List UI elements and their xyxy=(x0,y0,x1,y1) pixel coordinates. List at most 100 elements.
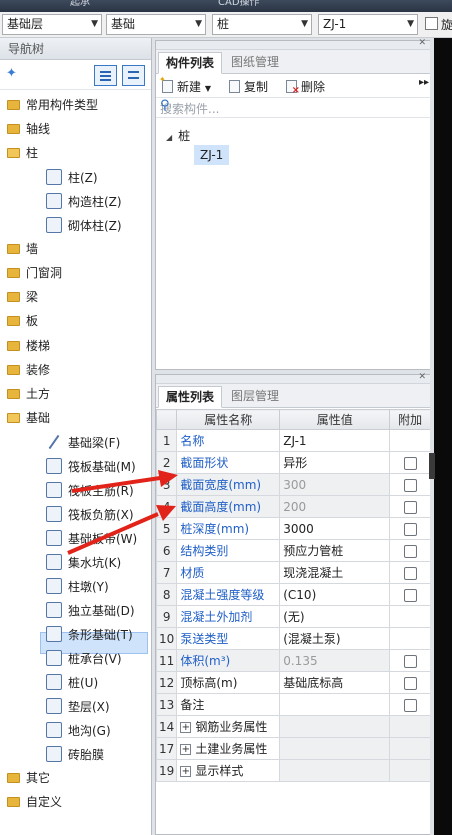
copy-button[interactable]: 复制 xyxy=(229,78,268,95)
nav-item[interactable]: 桩承台(V) xyxy=(46,647,122,669)
nav-item[interactable]: 板 xyxy=(7,310,38,332)
group-row[interactable]: 17 + 土建业务属性 xyxy=(155,737,431,760)
table-row[interactable]: 9 混凝土外加剂 (无) xyxy=(155,605,431,628)
attach-checkbox[interactable] xyxy=(403,522,417,536)
property-value[interactable]: 0.135 xyxy=(279,649,391,672)
table-row[interactable]: 8 混凝土强度等级 (C10) xyxy=(155,583,431,606)
tab-component-list[interactable]: 构件列表 xyxy=(158,52,223,74)
property-value[interactable]: (C10) xyxy=(279,583,391,606)
property-value[interactable]: (无) xyxy=(279,605,391,628)
new-button[interactable]: 新建 ▼ xyxy=(159,75,211,95)
property-value[interactable]: (混凝土泵) xyxy=(279,627,391,650)
nav-item[interactable]: 轴线 xyxy=(7,118,50,140)
nav-item[interactable]: 砌体柱(Z) xyxy=(46,214,122,236)
floor-combo[interactable]: 基础层 ▼ xyxy=(2,14,102,35)
table-row[interactable]: 4 截面高度(mm) 200 xyxy=(155,495,431,518)
attach-checkbox[interactable] xyxy=(403,698,417,712)
nav-item[interactable]: 砖胎膜 xyxy=(46,743,104,765)
tree-root-pile[interactable]: ◢ 桩 xyxy=(166,127,190,144)
nav-item[interactable]: 装修 xyxy=(7,359,50,381)
nav-item[interactable]: 筏板负筋(X) xyxy=(46,503,134,525)
property-value[interactable]: 3000 xyxy=(279,517,391,540)
panel-view-button[interactable] xyxy=(122,65,145,86)
table-row[interactable]: 11 体积(m³) 0.135 xyxy=(155,649,431,672)
close-icon[interactable]: ✕ xyxy=(418,38,426,48)
component-combo[interactable]: ZJ-1 ▼ xyxy=(318,14,418,35)
delete-button[interactable]: 删除 xyxy=(286,78,325,96)
property-value[interactable]: ZJ-1 xyxy=(279,429,391,452)
table-row[interactable]: 13 备注 xyxy=(155,693,431,716)
panel-grip[interactable]: ✕ xyxy=(156,38,430,50)
search-icon[interactable]: ⚲ xyxy=(160,98,426,113)
property-value[interactable]: 异形 xyxy=(279,451,391,474)
expand-plus-icon[interactable]: + xyxy=(180,744,192,755)
attach-checkbox[interactable] xyxy=(403,456,417,470)
nav-item[interactable]: 独立基础(D) xyxy=(46,599,135,621)
property-value[interactable]: 预应力管桩 xyxy=(279,539,391,562)
tab-property-list[interactable]: 属性列表 xyxy=(158,386,223,408)
nav-item[interactable]: 基础 xyxy=(7,407,50,429)
nav-item[interactable]: 垫层(X) xyxy=(46,695,110,717)
table-row[interactable]: 12 顶标高(m) 基础底标高 xyxy=(155,671,431,694)
more-icon[interactable]: ▸▸ xyxy=(419,77,429,88)
group-name-cell[interactable]: + 钢筋业务属性 xyxy=(176,715,281,738)
tab-layer-management[interactable]: 图层管理 xyxy=(224,386,286,408)
nav-item[interactable]: 构造柱(Z) xyxy=(46,190,122,212)
attach-checkbox[interactable] xyxy=(403,478,417,492)
attach-checkbox[interactable] xyxy=(403,654,417,668)
nav-item[interactable]: 柱墩(Y) xyxy=(46,575,109,597)
attach-checkbox[interactable] xyxy=(403,500,417,514)
nav-item[interactable]: 自定义 xyxy=(7,791,62,813)
nav-item[interactable]: 门窗洞 xyxy=(7,262,62,284)
nav-item[interactable]: 常用构件类型 xyxy=(7,94,98,116)
category-combo[interactable]: 基础 ▼ xyxy=(106,14,206,35)
search-box[interactable]: 搜索构件... ⚲ xyxy=(156,98,430,118)
group-name-cell[interactable]: + 显示样式 xyxy=(176,759,281,782)
table-row[interactable]: 1 名称 ZJ-1 xyxy=(155,429,431,452)
rotate-checkbox[interactable] xyxy=(425,17,438,30)
list-view-button[interactable] xyxy=(94,65,117,86)
nav-item[interactable]: 基础梁(F) xyxy=(46,431,120,453)
nav-item[interactable]: 梁 xyxy=(7,286,38,308)
table-row[interactable]: 7 材质 现浇混凝土 xyxy=(155,561,431,584)
nav-item[interactable]: 柱 xyxy=(7,142,38,164)
table-row[interactable]: 2 截面形状 异形 xyxy=(155,451,431,474)
attach-checkbox[interactable] xyxy=(403,544,417,558)
type-combo[interactable]: 桩 ▼ xyxy=(212,14,312,35)
expand-plus-icon[interactable]: + xyxy=(180,722,192,733)
expand-plus-icon[interactable]: + xyxy=(180,766,192,777)
panel-grip[interactable]: ✕ xyxy=(156,372,430,384)
property-value[interactable]: 基础底标高 xyxy=(279,671,391,694)
nav-item[interactable]: 集水坑(K) xyxy=(46,551,121,573)
splitter-handle[interactable] xyxy=(429,453,435,479)
property-value[interactable]: 现浇混凝土 xyxy=(279,561,391,584)
magic-wand-icon[interactable]: ✦ xyxy=(6,66,17,81)
group-row[interactable]: 14 + 钢筋业务属性 xyxy=(155,715,431,738)
property-value[interactable]: 300 xyxy=(279,473,391,496)
nav-item[interactable]: 楼梯 xyxy=(7,335,50,357)
close-icon[interactable]: ✕ xyxy=(418,372,426,382)
table-row[interactable]: 5 桩深度(mm) 3000 xyxy=(155,517,431,540)
nav-item[interactable]: 筏板基础(M) xyxy=(46,455,136,477)
table-row[interactable]: 6 结构类别 预应力管桩 xyxy=(155,539,431,562)
attach-checkbox[interactable] xyxy=(403,676,417,690)
attach-checkbox[interactable] xyxy=(403,588,417,602)
nav-item[interactable]: 条形基础(T) xyxy=(46,623,133,645)
nav-item[interactable]: 其它 xyxy=(7,767,50,789)
group-row[interactable]: 19 + 显示样式 xyxy=(155,759,431,782)
tab-drawing-management[interactable]: 图纸管理 xyxy=(224,52,286,74)
group-name-cell[interactable]: + 土建业务属性 xyxy=(176,737,281,760)
nav-item[interactable]: 土方 xyxy=(7,383,50,405)
attach-checkbox[interactable] xyxy=(403,566,417,580)
nav-item[interactable]: 基础板带(W) xyxy=(46,527,137,549)
property-value[interactable] xyxy=(279,693,391,716)
expand-triangle-icon[interactable]: ◢ xyxy=(166,133,172,142)
nav-item[interactable]: 桩(U) xyxy=(46,671,98,693)
nav-item[interactable]: 柱(Z) xyxy=(46,166,98,188)
nav-item[interactable]: 地沟(G) xyxy=(46,719,111,741)
nav-item[interactable]: 筏板主筋(R) xyxy=(46,479,134,501)
table-row[interactable]: 3 截面宽度(mm) 300 xyxy=(155,473,431,496)
table-row[interactable]: 10 泵送类型 (混凝土泵) xyxy=(155,627,431,650)
nav-item[interactable]: 墙 xyxy=(7,238,38,260)
property-value[interactable]: 200 xyxy=(279,495,391,518)
